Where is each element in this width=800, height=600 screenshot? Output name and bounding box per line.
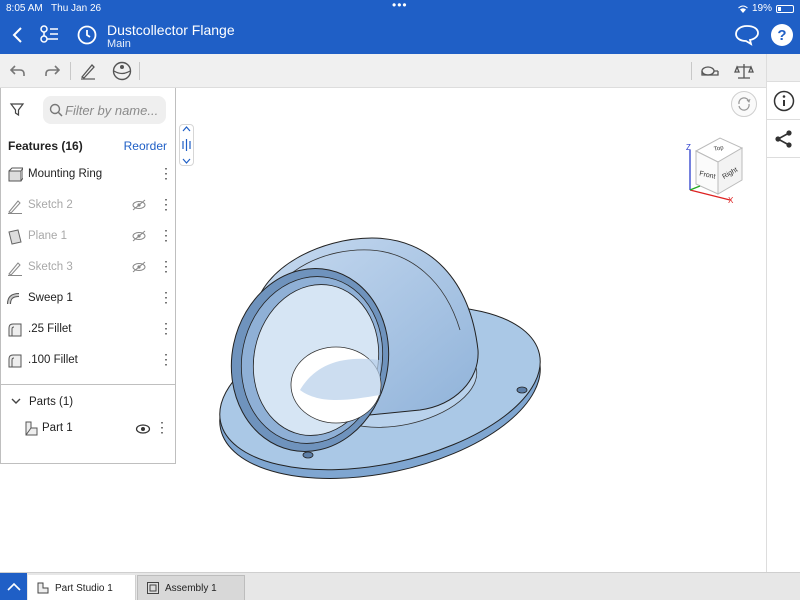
part-icon bbox=[25, 421, 38, 436]
feature-label: Sweep 1 bbox=[28, 292, 73, 304]
feature-item-sketch-2[interactable]: Sketch 2 ⋮ bbox=[1, 190, 175, 221]
undo-icon[interactable] bbox=[6, 60, 30, 82]
status-bar: 8:05 AM Thu Jan 26 ••• 19% bbox=[0, 0, 800, 16]
extrude-icon bbox=[8, 167, 23, 182]
feature-list-panel: Features (16) Reorder Mounting Ring ⋮ Sk… bbox=[0, 88, 176, 464]
battery-percent: 19% bbox=[751, 3, 772, 14]
help-icon[interactable]: ? bbox=[769, 22, 795, 48]
feature-search bbox=[43, 96, 166, 124]
sketch-tool-icon[interactable] bbox=[76, 60, 100, 82]
sweep-icon bbox=[7, 293, 20, 305]
features-heading: Features (16) bbox=[8, 139, 83, 153]
parts-heading-label: Parts (1) bbox=[29, 396, 74, 408]
tab-label: Part Studio 1 bbox=[55, 582, 113, 594]
dustcollector-flange-model[interactable] bbox=[215, 220, 545, 482]
feature-list: Mounting Ring ⋮ Sketch 2 ⋮ Plane 1 ⋮ Ske… bbox=[1, 159, 175, 376]
reorder-link[interactable]: Reorder bbox=[124, 139, 167, 153]
fillet-icon bbox=[8, 323, 22, 337]
x-axis-line bbox=[689, 189, 731, 201]
chevron-up-icon bbox=[6, 582, 21, 591]
more-options-icon[interactable]: ⋮ bbox=[159, 351, 173, 368]
panel-resize-handle[interactable] bbox=[179, 124, 194, 166]
visible-eye-icon[interactable] bbox=[135, 423, 151, 435]
feature-item-mounting-ring[interactable]: Mounting Ring ⋮ bbox=[1, 159, 175, 190]
mass-properties-icon[interactable] bbox=[732, 60, 756, 82]
sketch-icon bbox=[8, 200, 22, 214]
tab-menu-button[interactable] bbox=[0, 573, 27, 600]
feature-label: .25 Fillet bbox=[28, 323, 72, 335]
toolbar-divider bbox=[70, 62, 71, 80]
status-time: 8:05 AM Thu Jan 26 bbox=[6, 3, 102, 14]
feature-item-100-fillet[interactable]: .100 Fillet ⋮ bbox=[1, 345, 175, 376]
multitask-dots[interactable]: ••• bbox=[392, 0, 408, 12]
filter-row bbox=[1, 92, 177, 126]
comments-icon[interactable] bbox=[734, 22, 760, 48]
tab-label: Assembly 1 bbox=[165, 582, 217, 594]
feature-filter-input[interactable] bbox=[65, 101, 163, 119]
view-cube[interactable]: Top Front Right Z X bbox=[686, 134, 752, 204]
sketch-icon bbox=[8, 262, 22, 276]
wifi-icon bbox=[738, 5, 748, 13]
feature-item-plane-1[interactable]: Plane 1 ⋮ bbox=[1, 221, 175, 252]
toolbar-divider bbox=[139, 62, 140, 80]
feature-item-25-fillet[interactable]: .25 Fillet ⋮ bbox=[1, 314, 175, 345]
info-icon[interactable] bbox=[767, 82, 800, 120]
parts-heading[interactable]: Parts (1) bbox=[11, 396, 73, 408]
feature-label: Sketch 2 bbox=[28, 199, 73, 211]
right-panel-top bbox=[767, 54, 800, 82]
back-icon[interactable] bbox=[5, 22, 31, 48]
more-options-icon[interactable]: ⋮ bbox=[159, 165, 173, 182]
part-item-part-1[interactable]: Part 1 ⋮ bbox=[23, 419, 173, 440]
tab-part-studio-1[interactable]: Part Studio 1 bbox=[28, 575, 136, 600]
search-icon bbox=[49, 103, 63, 117]
document-title[interactable]: Dustcollector Flange bbox=[107, 22, 235, 38]
app-header: 8:05 AM Thu Jan 26 ••• 19% Dustcollector… bbox=[0, 0, 800, 54]
status-right: 19% bbox=[738, 3, 794, 14]
feature-label: .100 Fillet bbox=[28, 354, 78, 366]
svg-text:?: ? bbox=[777, 27, 786, 44]
filter-icon[interactable] bbox=[9, 101, 25, 117]
part-studio-icon bbox=[37, 582, 49, 594]
hidden-eye-icon[interactable] bbox=[131, 261, 147, 273]
redo-icon[interactable] bbox=[40, 60, 64, 82]
hidden-eye-icon[interactable] bbox=[131, 230, 147, 242]
share-icon[interactable] bbox=[767, 120, 800, 158]
rotate-view-button[interactable] bbox=[731, 91, 757, 117]
panel-handle-icon bbox=[182, 126, 191, 164]
more-options-icon[interactable]: ⋮ bbox=[159, 289, 173, 306]
assembly-icon bbox=[147, 582, 159, 594]
battery-icon bbox=[776, 4, 794, 13]
more-options-icon[interactable]: ⋮ bbox=[159, 196, 173, 213]
more-options-icon[interactable]: ⋮ bbox=[155, 419, 169, 436]
feature-item-sketch-3[interactable]: Sketch 3 ⋮ bbox=[1, 252, 175, 283]
feature-item-sweep-1[interactable]: Sweep 1 ⋮ bbox=[1, 283, 175, 314]
more-options-icon[interactable]: ⋮ bbox=[159, 320, 173, 337]
toolbar bbox=[0, 54, 766, 88]
plane-icon bbox=[8, 229, 22, 245]
part-label: Part 1 bbox=[42, 422, 73, 434]
branch-name: Main bbox=[107, 38, 131, 50]
history-icon[interactable] bbox=[74, 22, 100, 48]
fillet-icon bbox=[8, 354, 22, 368]
chevron-down-icon[interactable] bbox=[11, 397, 21, 405]
y-axis-line bbox=[689, 185, 701, 191]
tab-assembly-1[interactable]: Assembly 1 bbox=[137, 575, 245, 600]
hidden-eye-icon[interactable] bbox=[131, 199, 147, 211]
divider bbox=[1, 384, 175, 385]
feature-label: Plane 1 bbox=[28, 230, 68, 242]
feature-label: Sketch 3 bbox=[28, 261, 73, 273]
more-options-icon[interactable]: ⋮ bbox=[159, 227, 173, 244]
tab-bar: Part Studio 1 Assembly 1 bbox=[0, 572, 800, 600]
toolbar-divider bbox=[691, 62, 692, 80]
versions-icon[interactable] bbox=[36, 22, 62, 48]
z-axis-label: Z bbox=[686, 143, 691, 152]
x-axis-label: X bbox=[728, 196, 734, 204]
more-options-icon[interactable]: ⋮ bbox=[159, 258, 173, 275]
nav-bar: Dustcollector Flange Main ? bbox=[0, 16, 800, 54]
feature-label: Mounting Ring bbox=[28, 168, 103, 180]
right-side-panel bbox=[766, 54, 800, 572]
measure-icon[interactable] bbox=[698, 60, 722, 82]
feature-tools-icon[interactable] bbox=[110, 60, 134, 82]
